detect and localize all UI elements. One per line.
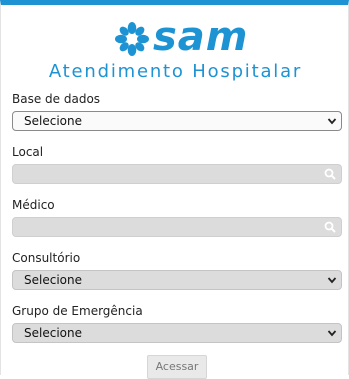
app-subtitle: Atendimento Hospitalar — [48, 61, 303, 82]
base-de-dados-value: Selecione — [24, 114, 82, 128]
grupo-emergencia-value: Selecione — [24, 326, 82, 340]
medico-label: Médico — [12, 198, 55, 212]
search-icon[interactable] — [324, 168, 336, 180]
acessar-button[interactable]: Acessar — [147, 355, 207, 379]
logo: sam — [115, 14, 249, 60]
medico-field[interactable] — [12, 217, 342, 237]
local-field[interactable] — [12, 164, 342, 184]
logo-text: sam — [153, 14, 249, 60]
chevron-down-icon — [327, 277, 337, 284]
login-panel: sam Atendimento Hospitalar Base de dados… — [0, 0, 349, 379]
consultorio-select[interactable]: Selecione — [12, 270, 342, 290]
local-label: Local — [12, 145, 44, 159]
chevron-down-icon — [327, 330, 337, 337]
chevron-down-icon — [327, 118, 337, 125]
consultorio-label: Consultório — [12, 251, 81, 265]
search-icon[interactable] — [324, 221, 336, 233]
grupo-emergencia-label: Grupo de Emergência — [12, 304, 143, 318]
base-de-dados-select[interactable]: Selecione — [12, 111, 342, 131]
consultorio-value: Selecione — [24, 273, 82, 287]
base-de-dados-label: Base de dados — [12, 92, 101, 106]
grupo-emergencia-select[interactable]: Selecione — [12, 323, 342, 343]
flower-icon — [115, 22, 149, 56]
